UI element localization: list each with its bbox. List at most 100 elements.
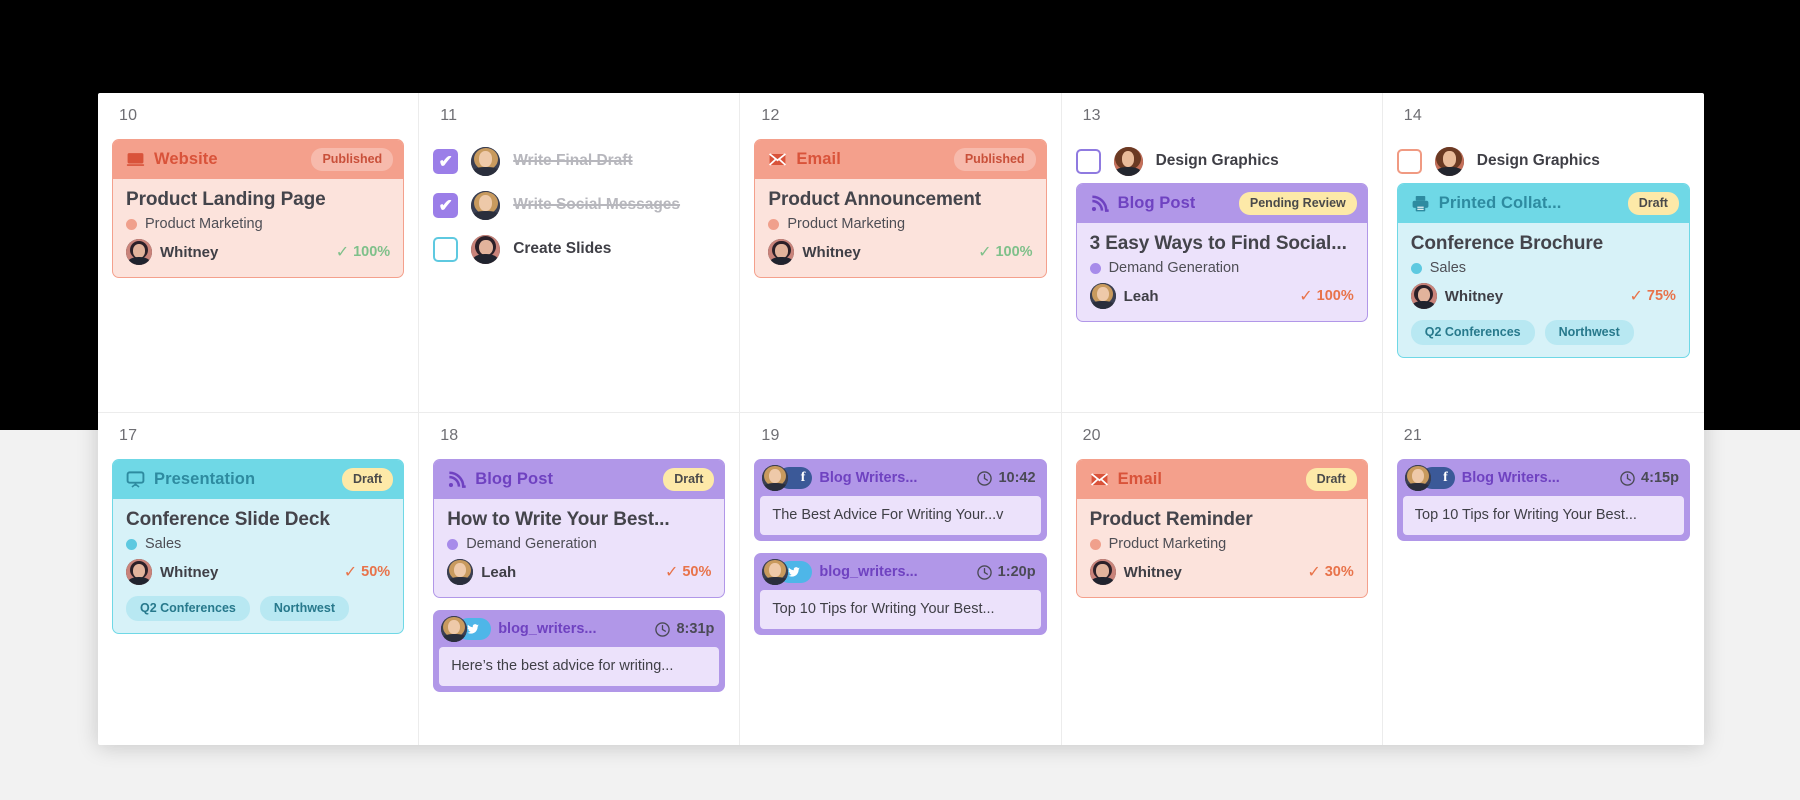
task-row[interactable]: Create Slides xyxy=(433,227,725,271)
card-tags: Q2 Conferences Northwest xyxy=(1411,320,1676,345)
social-time-value: 1:20p xyxy=(998,564,1036,580)
avatar xyxy=(1405,465,1431,491)
presentation-icon xyxy=(126,470,145,489)
check-icon: ✓ xyxy=(336,242,349,262)
card-type-label: Blog Post xyxy=(1118,194,1196,213)
social-time: 8:31p xyxy=(654,621,714,638)
check-icon: ✓ xyxy=(665,562,678,582)
check-icon: ✓ xyxy=(1299,286,1312,306)
social-handle: Blog Writers... xyxy=(1462,470,1560,486)
card-header: Blog PostPending Review xyxy=(1077,184,1367,223)
day-number: 11 xyxy=(440,107,725,125)
day-cell-20: 20 EmailDraftProduct ReminderProduct Mark… xyxy=(1062,413,1383,745)
task-checkbox[interactable] xyxy=(1076,149,1101,174)
tag-chip[interactable]: Q2 Conferences xyxy=(1411,320,1535,345)
owner-name: Whitney xyxy=(160,564,218,581)
campaign-color-dot xyxy=(126,539,137,550)
social-post-card[interactable]: blog_writers... 8:31p Here’s the best advi… xyxy=(433,610,725,692)
content-card[interactable]: Blog PostPending Review3 Easy Ways to Fi… xyxy=(1076,183,1368,322)
card-owner-row: Whitney✓75% xyxy=(1411,283,1676,309)
card-owner-row: Whitney✓100% xyxy=(768,239,1032,265)
task-label: Design Graphics xyxy=(1156,152,1279,170)
rss-icon xyxy=(1090,194,1109,213)
content-card[interactable]: Printed Collat... Draft Conference Brochur… xyxy=(1397,183,1690,358)
tag-chip[interactable]: Q2 Conferences xyxy=(126,596,250,621)
card-title: Product Announcement xyxy=(768,189,1032,211)
day-number: 14 xyxy=(1404,107,1690,125)
status-badge: Draft xyxy=(1628,192,1679,215)
social-post-text: Top 10 Tips for Writing Your Best... xyxy=(760,590,1040,629)
card-title: Conference Brochure xyxy=(1411,233,1676,255)
day-cell-19: 19 fBlog Writers...10:42The Best Advice F… xyxy=(740,413,1061,745)
social-post-card[interactable]: blog_writers...1:20pTop 10 Tips for Writ… xyxy=(754,553,1046,635)
calendar-week-row-1: 10WebsitePublishedProduct Landing PagePr… xyxy=(98,93,1704,413)
card-owner-row: Whitney ✓50% xyxy=(126,559,390,585)
card-type-label: Presentation xyxy=(154,470,255,489)
progress-percent: ✓30% xyxy=(1307,562,1353,582)
task-row[interactable]: ✔Write Final Draft xyxy=(433,139,725,183)
campaign-label: Demand Generation xyxy=(466,536,597,552)
social-avatar-wrap xyxy=(441,616,491,642)
task-label: Design Graphics xyxy=(1477,152,1600,170)
social-post-card[interactable]: fBlog Writers...10:42The Best Advice For… xyxy=(754,459,1046,541)
check-icon: ✓ xyxy=(344,562,357,582)
day-items: Blog PostDraftHow to Write Your Best...D… xyxy=(433,459,725,692)
social-time-value: 10:42 xyxy=(998,470,1035,486)
avatar xyxy=(1090,559,1116,585)
calendar-week-row-2: 17 PresentationDraftConference Slide Deck… xyxy=(98,413,1704,745)
progress-percent: ✓100% xyxy=(1299,286,1354,306)
content-card[interactable]: EmailPublishedProduct AnnouncementProduc… xyxy=(754,139,1046,278)
day-cell-21: 21fBlog Writers...4:15pTop 10 Tips for W… xyxy=(1383,413,1704,745)
card-tags: Q2 Conferences Northwest xyxy=(126,596,390,621)
card-type-label: Printed Collat... xyxy=(1439,194,1562,213)
task-row[interactable]: Design Graphics xyxy=(1397,139,1690,183)
progress-percent: ✓50% xyxy=(665,562,711,582)
social-post-text: Here’s the best advice for writing... xyxy=(439,647,719,686)
day-cell-12: 12EmailPublishedProduct AnnouncementProd… xyxy=(740,93,1061,413)
envelope-icon xyxy=(1090,470,1109,489)
card-owner-row: Whitney✓30% xyxy=(1090,559,1354,585)
task-row[interactable]: Design Graphics xyxy=(1076,139,1368,183)
campaign-label: Sales xyxy=(145,536,181,552)
day-items: WebsitePublishedProduct Landing PageProd… xyxy=(112,139,404,278)
avatar xyxy=(471,147,500,176)
social-header: blog_writers... 8:31p xyxy=(434,611,724,647)
day-number: 20 xyxy=(1083,427,1368,445)
social-time-value: 8:31p xyxy=(676,621,714,637)
task-label: Write Social Messages xyxy=(513,196,680,214)
content-card[interactable]: EmailDraftProduct ReminderProduct Market… xyxy=(1076,459,1368,598)
owner-name: Leah xyxy=(1124,288,1159,305)
social-avatar-wrap: f xyxy=(762,465,812,491)
progress-percent: ✓50% xyxy=(344,562,390,582)
content-card[interactable]: Blog PostDraftHow to Write Your Best...D… xyxy=(433,459,725,598)
campaign-label: Demand Generation xyxy=(1109,260,1240,276)
tag-chip[interactable]: Northwest xyxy=(1545,320,1634,345)
card-body: 3 Easy Ways to Find Social...Demand Gene… xyxy=(1077,223,1367,321)
social-handle: blog_writers... xyxy=(498,621,596,637)
card-header: Printed Collat... Draft xyxy=(1398,184,1689,223)
card-header: Blog PostDraft xyxy=(434,460,724,499)
card-campaign: Demand Generation xyxy=(447,536,711,552)
card-campaign: Demand Generation xyxy=(1090,260,1354,276)
campaign-label: Product Marketing xyxy=(787,216,905,232)
tag-chip[interactable]: Northwest xyxy=(260,596,349,621)
content-card[interactable]: PresentationDraftConference Slide DeckSa… xyxy=(112,459,404,634)
card-type-label: Email xyxy=(796,150,841,169)
progress-value: 75% xyxy=(1647,288,1676,304)
card-campaign: Product Marketing xyxy=(1090,536,1354,552)
progress-value: 30% xyxy=(1325,564,1354,580)
task-checkbox[interactable] xyxy=(1397,149,1422,174)
card-type-label: Website xyxy=(154,150,218,169)
day-number: 19 xyxy=(761,427,1046,445)
task-row[interactable]: ✔ Write Social Messages xyxy=(433,183,725,227)
task-checkbox[interactable]: ✔ xyxy=(433,149,458,174)
task-checkbox[interactable] xyxy=(433,237,458,262)
task-checkbox[interactable]: ✔ xyxy=(433,193,458,218)
content-card[interactable]: WebsitePublishedProduct Landing PageProd… xyxy=(112,139,404,278)
clock-icon xyxy=(976,470,993,487)
card-owner-row: Whitney✓100% xyxy=(126,239,390,265)
social-post-card[interactable]: fBlog Writers...4:15pTop 10 Tips for Wri… xyxy=(1397,459,1690,541)
day-number: 17 xyxy=(119,427,404,445)
monitor-icon xyxy=(126,150,145,169)
calendar-grid: 10WebsitePublishedProduct Landing PagePr… xyxy=(98,93,1704,745)
